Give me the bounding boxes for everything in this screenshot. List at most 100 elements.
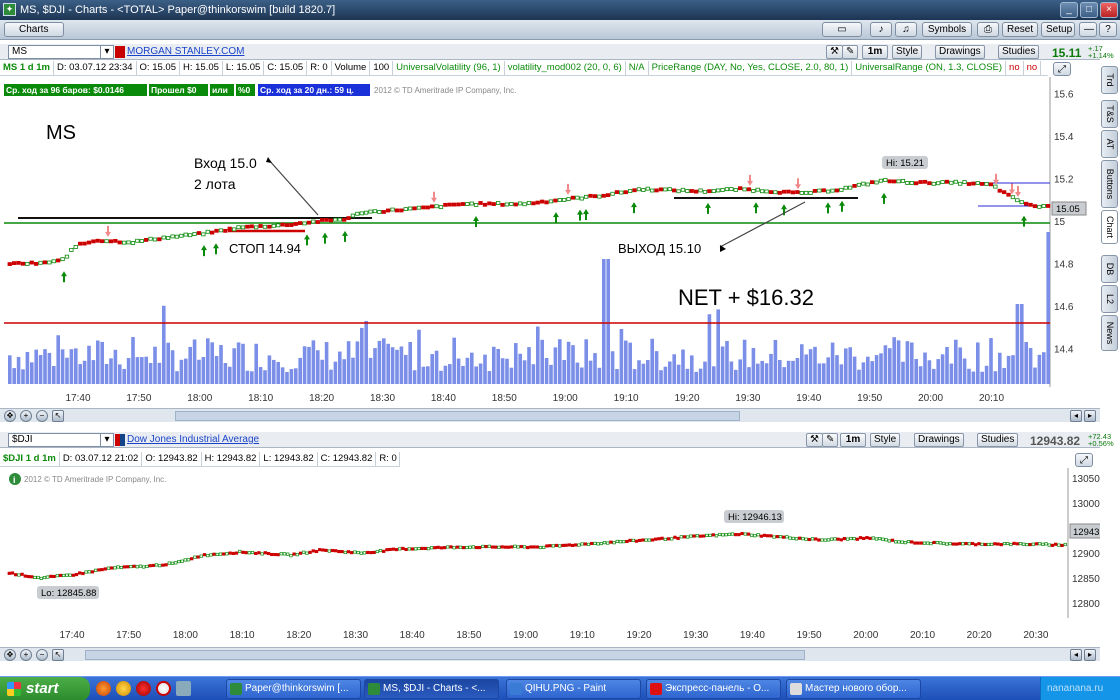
dji-candle (945, 542, 949, 546)
setup-button[interactable]: Setup (1041, 22, 1075, 37)
ms-volume-bar (808, 349, 813, 384)
dji-x-tick: 19:00 (513, 630, 538, 641)
minimize-panel-icon[interactable]: — (1079, 22, 1097, 37)
dji-scroll-right-icon[interactable]: ▸ (1084, 649, 1096, 661)
ms-price-chart[interactable]: 15.6 15.4 15.2 15 14.8 14.6 14.4 Ср. ход за 96 … (0, 77, 1100, 407)
app-quicklaunch-icon[interactable] (116, 681, 131, 696)
dji-candle (628, 538, 632, 542)
bell-icon[interactable]: ♪ (870, 22, 892, 37)
dji-drawings-button[interactable]: Drawings (914, 433, 964, 447)
dji-studies-button[interactable]: Studies (977, 433, 1019, 447)
dji-candle (132, 564, 136, 568)
ms-candle (936, 181, 941, 186)
close-button[interactable]: × (1100, 2, 1118, 18)
help-icon[interactable]: ? (1099, 22, 1117, 37)
media-icon[interactable] (156, 681, 171, 696)
dji-symbol-dropdown-icon[interactable]: ▾ (100, 433, 114, 447)
taskbar-item[interactable]: Paper@thinkorswim [... (226, 679, 361, 699)
opera-icon[interactable] (136, 681, 151, 696)
dji-zoom-in-icon[interactable]: + (20, 649, 32, 661)
ms-volume-bar (980, 371, 984, 384)
dji-candle (1060, 543, 1064, 547)
dji-flag-icon[interactable] (115, 434, 125, 446)
ms-volume-bar (861, 362, 866, 384)
dji-zoom-out-icon[interactable]: − (36, 649, 48, 661)
ms-symbol-dropdown-icon[interactable]: ▾ (100, 45, 114, 59)
dji-candle (190, 557, 194, 561)
side-tab-trd[interactable]: Trd (1101, 66, 1118, 94)
dji-style-button[interactable]: Style (870, 433, 901, 447)
ms-cursor-icon[interactable]: ↖ (52, 410, 64, 422)
ms-candle (597, 194, 602, 199)
side-tab-ts[interactable]: T&S (1101, 100, 1118, 128)
dji-candle (71, 573, 75, 577)
dji-expand-icon[interactable]: ⤢ (1075, 453, 1093, 467)
start-button[interactable]: start (0, 677, 90, 700)
ms-zoom-out-icon[interactable]: − (36, 410, 48, 422)
dji-wrench-icon[interactable]: ⚒ (806, 433, 823, 447)
ms-flag-icon[interactable] (115, 46, 125, 58)
ms-volume-bar (624, 340, 628, 384)
dji-candle (375, 549, 379, 554)
ms-volume-bar (742, 339, 747, 384)
ms-pencil-icon[interactable]: ✎ (842, 45, 859, 59)
dji-pan-icon[interactable]: ✥ (4, 649, 16, 661)
dji-pencil-icon[interactable]: ✎ (822, 433, 839, 447)
desktop-icon[interactable] (176, 681, 191, 696)
dji-interval-button[interactable]: 1m (840, 433, 866, 447)
dji-scroll-left-icon[interactable]: ◂ (1070, 649, 1082, 661)
side-tab-news[interactable]: News (1101, 315, 1118, 351)
taskbar-item[interactable]: MS, $DJI - Charts - <... (364, 679, 499, 699)
ms-scroll-left-icon[interactable]: ◂ (1070, 410, 1082, 422)
reset-button[interactable]: Reset (1002, 22, 1038, 37)
dji-candle (362, 551, 367, 555)
dji-candle (126, 565, 130, 569)
dji-candle (430, 546, 434, 550)
side-tab-buttons[interactable]: Buttons (1101, 160, 1118, 208)
dji-x-tick: 18:10 (230, 630, 255, 641)
minimize-button[interactable]: _ (1060, 2, 1078, 18)
ms-volume-bar (826, 357, 830, 384)
sound-icon[interactable]: ♫ (895, 22, 917, 37)
ms-company-link[interactable]: MORGAN STANLEY.COM (127, 46, 244, 58)
ms-studies-button[interactable]: Studies (998, 45, 1040, 59)
ms-wrench-icon[interactable]: ⚒ (826, 45, 843, 59)
ms-candle (214, 228, 219, 233)
dji-candle (186, 558, 191, 562)
ms-drawings-button[interactable]: Drawings (935, 45, 985, 59)
dji-candle (174, 561, 178, 565)
taskbar-item[interactable]: Экспресс-панель - O... (646, 679, 781, 699)
ms-candle (531, 201, 536, 206)
side-tab-at[interactable]: AT (1101, 130, 1118, 158)
layout-button[interactable]: ▭ (822, 22, 862, 37)
ms-candle (487, 201, 492, 206)
dji-price-chart[interactable]: 130501300012950129001285012800i2012 © TD… (0, 468, 1100, 644)
ms-pan-icon[interactable]: ✥ (4, 410, 16, 422)
side-tab-l2[interactable]: L2 (1101, 285, 1118, 313)
ms-candle (874, 180, 879, 185)
ms-scroll-right-icon[interactable]: ▸ (1084, 410, 1096, 422)
ms-studies-label: Studies (1002, 46, 1036, 57)
taskbar-item[interactable]: Мастер нового обор... (786, 679, 921, 699)
maximize-button[interactable]: □ (1080, 2, 1098, 18)
side-tab-chart[interactable]: Chart (1101, 210, 1118, 244)
taskbar-item[interactable]: QIHU.PNG - Paint (506, 679, 641, 699)
ms-style-button[interactable]: Style (892, 45, 923, 59)
ms-expand-icon[interactable]: ⤢ (1053, 62, 1071, 76)
charts-tab[interactable]: Charts (4, 22, 64, 37)
firefox-icon[interactable] (96, 681, 111, 696)
print-icon[interactable]: ⎙ (977, 22, 999, 37)
ms-x-tick: 17:50 (126, 393, 151, 404)
dji-symbol-input[interactable]: $DJI (8, 433, 108, 447)
ms-candle (812, 189, 818, 193)
side-tab-db[interactable]: DB (1101, 255, 1118, 283)
dji-horizontal-scrollbar[interactable] (85, 650, 805, 660)
ms-zoom-in-icon[interactable]: + (20, 410, 32, 422)
ms-horizontal-scrollbar[interactable] (175, 411, 740, 421)
symbols-button[interactable]: Symbols (922, 22, 972, 37)
dji-cursor-icon[interactable]: ↖ (52, 649, 64, 661)
side-tab-label: Chart (1104, 215, 1115, 239)
ms-interval-button[interactable]: 1m (862, 45, 888, 59)
dji-company-link[interactable]: Dow Jones Industrial Average (127, 434, 259, 446)
ms-symbol-input[interactable]: MS (8, 45, 108, 59)
